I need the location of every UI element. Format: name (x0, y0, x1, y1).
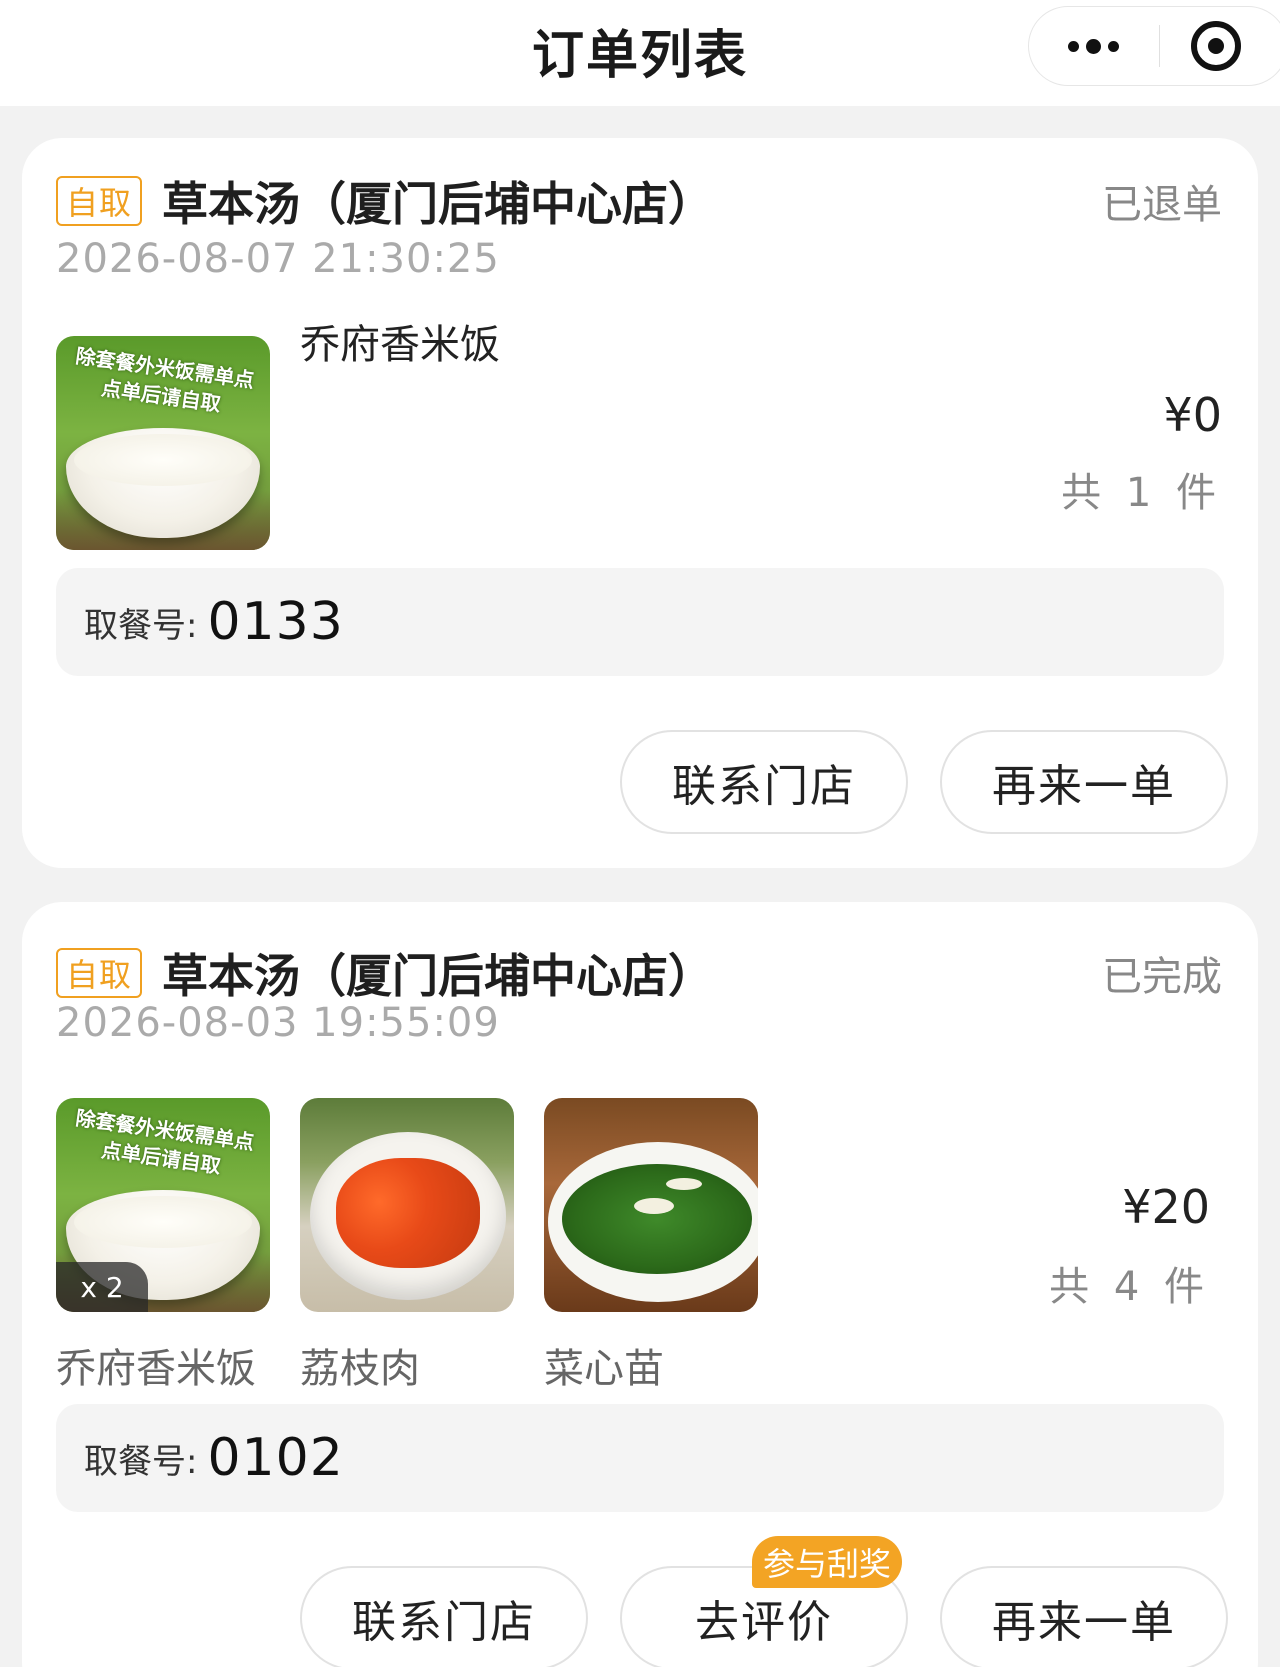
pickup-label: 取餐号: (84, 605, 198, 646)
contact-store-button[interactable]: 联系门店 (620, 730, 908, 834)
nav-bar: 订单列表 (0, 0, 1280, 106)
pickup-badge: 自取 (56, 176, 142, 226)
order-price: ¥0 (1163, 388, 1222, 442)
order-time: 2026-08-07 21:30:25 (56, 236, 500, 282)
pickup-number: 0102 (207, 1428, 344, 1488)
item-name: 荔枝肉 (300, 1346, 420, 1392)
close-button[interactable] (1160, 7, 1280, 85)
contact-store-button[interactable]: 联系门店 (300, 1566, 588, 1667)
order-card[interactable]: 自取 草本汤（厦门后埔中心店） 已完成 2026-08-03 19:55:09 … (22, 902, 1258, 1667)
pickup-number-box: 取餐号: 0102 (56, 1404, 1224, 1512)
image-banner: 除套餐外米饭需单点 点单后请自取 (74, 1105, 256, 1179)
item-image-rice[interactable]: 除套餐外米饭需单点 点单后请自取 x 2 (56, 1098, 270, 1312)
pickup-number: 0133 (207, 592, 344, 652)
item-name: 乔府香米饭 (56, 1346, 256, 1392)
order-card[interactable]: 自取 草本汤（厦门后埔中心店） 已退单 2026-08-07 21:30:25 … (22, 138, 1258, 868)
order-price: ¥20 (1122, 1180, 1210, 1234)
veg-plate (548, 1142, 758, 1302)
item-count: 共 1 件 (1061, 470, 1222, 516)
quantity-tag: x 2 (56, 1262, 148, 1312)
item-image-greens[interactable] (544, 1098, 758, 1312)
store-name: 草本汤（厦门后埔中心店） (162, 949, 714, 1003)
store-name: 草本汤（厦门后埔中心店） (162, 177, 714, 231)
reorder-button[interactable]: 再来一单 (940, 730, 1228, 834)
pickup-number-box: 取餐号: 0133 (56, 568, 1224, 676)
order-status: 已完成 (1102, 954, 1222, 1000)
order-time: 2026-08-03 19:55:09 (56, 1000, 500, 1046)
item-count: 共 4 件 (1049, 1264, 1210, 1310)
pork-bowl (310, 1132, 506, 1300)
item-name: 菜心苗 (544, 1346, 664, 1392)
reorder-button[interactable]: 再来一单 (940, 1566, 1228, 1667)
pickup-badge: 自取 (56, 948, 142, 998)
more-icon[interactable] (1029, 7, 1159, 85)
order-status: 已退单 (1102, 182, 1222, 228)
image-banner: 除套餐外米饭需单点 点单后请自取 (74, 343, 256, 417)
item-name: 乔府香米饭 (300, 322, 500, 368)
item-image-lychee-pork[interactable] (300, 1098, 514, 1312)
mini-program-capsule (1028, 6, 1280, 86)
page-title: 订单列表 (531, 25, 748, 86)
close-icon (1191, 21, 1242, 71)
raffle-tag[interactable]: 参与刮奖 (752, 1536, 902, 1588)
item-image-rice[interactable]: 除套餐外米饭需单点 点单后请自取 (56, 336, 270, 550)
pickup-label: 取餐号: (84, 1441, 198, 1482)
